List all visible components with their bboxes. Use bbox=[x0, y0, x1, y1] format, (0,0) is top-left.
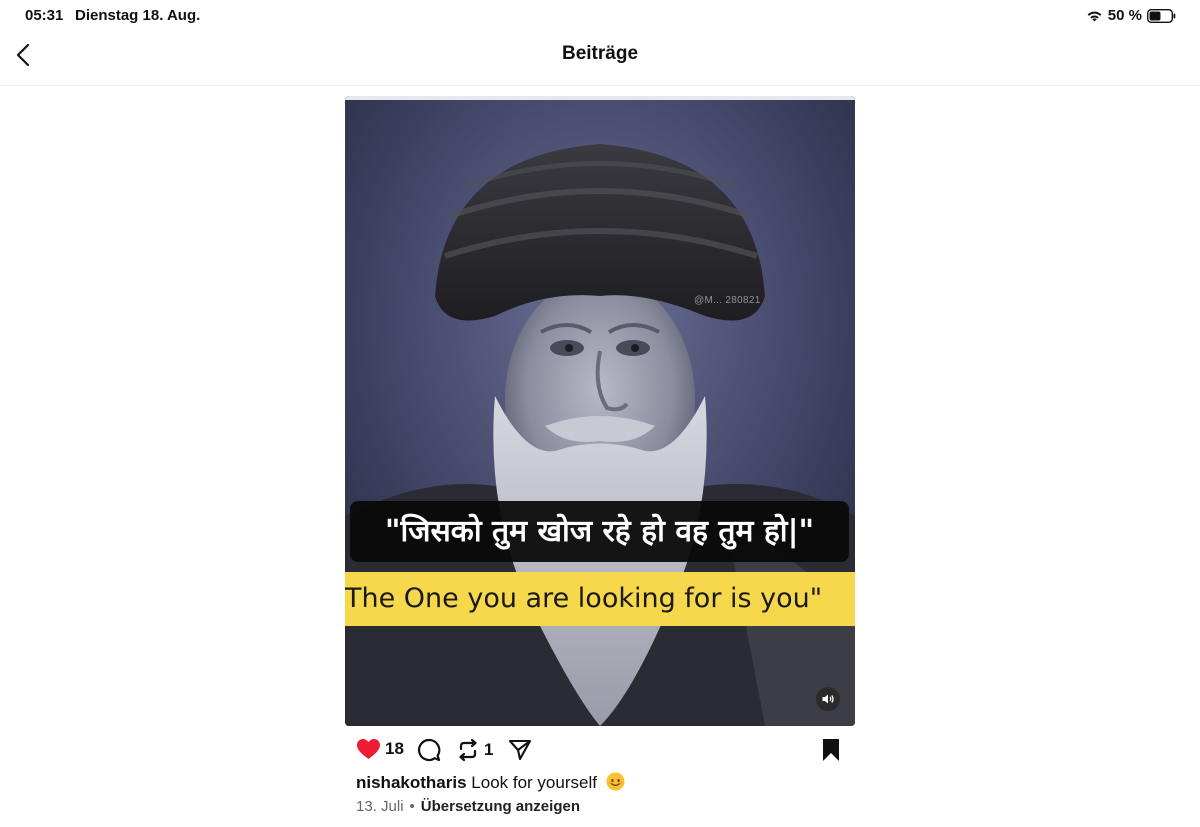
heart-icon[interactable] bbox=[356, 738, 381, 760]
media-caption-english-text: The One you are looking for is you" bbox=[345, 583, 823, 614]
caption-text: Look for yourself bbox=[471, 773, 597, 792]
bookmark-action[interactable] bbox=[821, 738, 841, 762]
meta-separator: • bbox=[409, 798, 415, 815]
battery-percent: 50 % bbox=[1107, 7, 1142, 24]
media-caption-english: The One you are looking for is you" bbox=[345, 572, 855, 626]
reposts-count: 1 bbox=[484, 740, 494, 759]
post-detail-screen: 05:31 Dienstag 18. Aug. 50 % Beiträge @M… bbox=[0, 0, 1200, 827]
media-watermark: @M... 280821 bbox=[694, 295, 761, 306]
likes-count: 18 bbox=[385, 739, 404, 758]
like-action[interactable]: 18 bbox=[356, 738, 404, 760]
comment-icon[interactable] bbox=[417, 738, 441, 762]
post-meta: 13. Juli • Übersetzung anzeigen bbox=[356, 798, 580, 815]
translate-link[interactable]: Übersetzung anzeigen bbox=[421, 798, 580, 815]
share-action[interactable] bbox=[508, 738, 532, 762]
status-date: Dienstag 18. Aug. bbox=[75, 7, 201, 24]
page-title: Beiträge bbox=[561, 43, 639, 64]
status-indicators: 50 % bbox=[1086, 7, 1176, 24]
battery-icon bbox=[1147, 8, 1176, 23]
media-caption-hindi: "जिसको तुम खोज रहे हो वह तुम हो|" bbox=[350, 501, 849, 562]
post-caption: nishakotharis Look for yourself bbox=[356, 772, 625, 793]
speaker-icon bbox=[822, 694, 834, 704]
action-bar: 18 1 bbox=[345, 736, 855, 764]
post-media[interactable]: @M... 280821 "जिसको तुम खोज रहे हो वह तु… bbox=[345, 96, 855, 726]
mute-button[interactable] bbox=[816, 687, 840, 711]
repost-action[interactable]: 1 bbox=[456, 738, 493, 762]
comment-action[interactable] bbox=[417, 738, 441, 762]
smiling-face-icon bbox=[606, 772, 625, 791]
repost-icon[interactable] bbox=[456, 738, 480, 762]
wifi-icon bbox=[1087, 11, 1102, 21]
nav-header: Beiträge bbox=[0, 30, 1200, 86]
share-icon[interactable] bbox=[508, 738, 532, 762]
caption-username[interactable]: nishakotharis bbox=[356, 773, 467, 792]
bookmark-icon[interactable] bbox=[821, 738, 841, 762]
post-photo bbox=[345, 96, 855, 726]
status-bar: 05:31 Dienstag 18. Aug. 50 % bbox=[0, 0, 1200, 30]
status-time: 05:31 bbox=[25, 7, 64, 24]
post-date: 13. Juli bbox=[356, 798, 404, 815]
